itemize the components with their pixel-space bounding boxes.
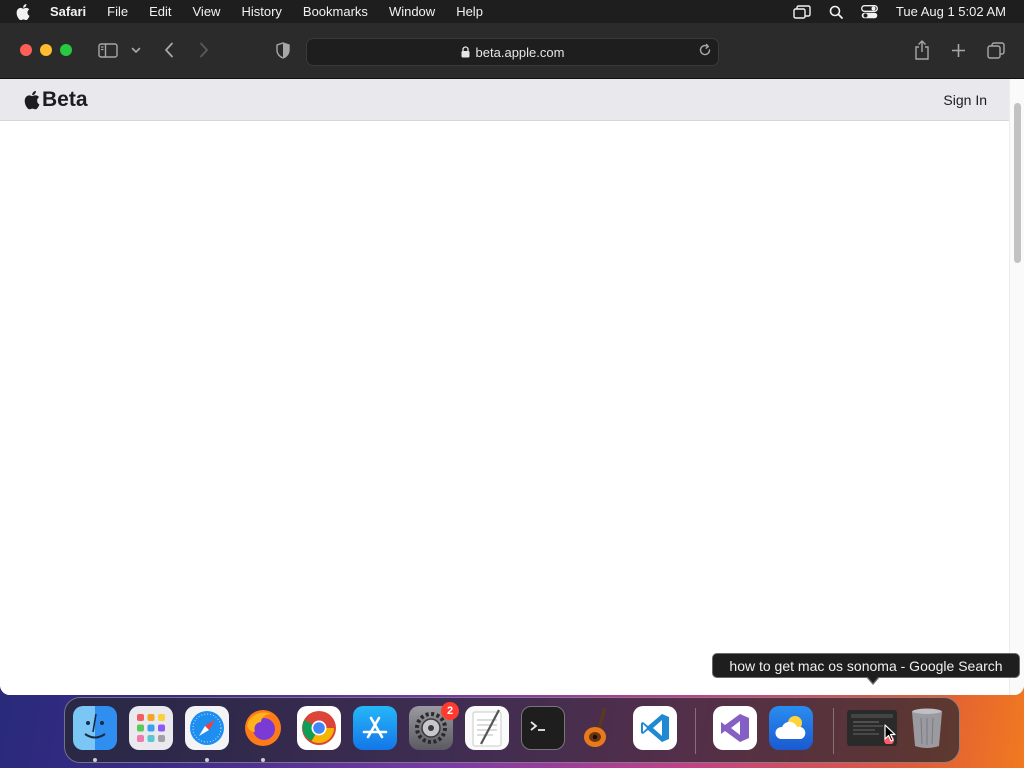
dock: 2 xyxy=(64,697,960,763)
safari-icon[interactable] xyxy=(185,706,229,750)
apple-logo-icon xyxy=(24,90,40,110)
safari-toolbar: beta.apple.com xyxy=(0,23,1024,79)
menu-view[interactable]: View xyxy=(193,4,221,19)
web-page-content: Beta Sign In xyxy=(0,79,1010,695)
firefox-running-dot xyxy=(261,758,265,762)
tab-overview-icon[interactable] xyxy=(986,39,1006,61)
forward-chevron-icon[interactable] xyxy=(196,39,212,61)
textedit-icon[interactable] xyxy=(465,706,509,750)
screen-mirroring-icon[interactable] xyxy=(793,4,811,19)
menu-bookmarks[interactable]: Bookmarks xyxy=(303,4,368,19)
back-chevron-icon[interactable] xyxy=(161,39,177,61)
maximize-window-button[interactable] xyxy=(60,44,72,56)
apple-menu-icon[interactable] xyxy=(16,3,36,20)
minimize-window-button[interactable] xyxy=(40,44,52,56)
menu-history[interactable]: History xyxy=(241,4,281,19)
tab-groups-chevron-down-icon[interactable] xyxy=(130,39,142,61)
tooltip-text: how to get mac os sonoma - Google Search xyxy=(729,657,1003,674)
app-store-icon[interactable] xyxy=(353,706,397,750)
menu-help[interactable]: Help xyxy=(456,4,483,19)
address-bar[interactable]: beta.apple.com xyxy=(306,38,719,66)
terminal-icon[interactable] xyxy=(521,706,565,750)
sidebar-toggle-icon[interactable] xyxy=(97,39,119,61)
page-scrollbar-thumb[interactable] xyxy=(1014,103,1021,263)
dock-separator-2 xyxy=(833,708,834,754)
dock-item-tooltip: how to get mac os sonoma - Google Search xyxy=(712,653,1020,678)
visual-studio-icon[interactable] xyxy=(713,706,757,750)
trash-icon[interactable] xyxy=(905,706,949,750)
safari-running-dot xyxy=(205,758,209,762)
menu-file[interactable]: File xyxy=(107,4,128,19)
weather-icon[interactable] xyxy=(769,706,813,750)
control-center-icon[interactable] xyxy=(860,4,878,19)
settings-notification-badge: 2 xyxy=(441,702,459,720)
firefox-icon[interactable] xyxy=(241,706,285,750)
safari-window: beta.apple.com Beta Sign In xyxy=(0,23,1024,695)
mouse-cursor-icon xyxy=(884,724,896,747)
menu-app-name[interactable]: Safari xyxy=(50,4,86,19)
privacy-shield-icon[interactable] xyxy=(274,39,292,61)
dock-separator xyxy=(695,708,696,754)
menubar-clock[interactable]: Tue Aug 1 5:02 AM xyxy=(896,4,1006,19)
new-tab-plus-icon[interactable] xyxy=(949,39,967,61)
lock-icon xyxy=(461,46,470,58)
apple-beta-logo[interactable]: Beta xyxy=(24,88,88,112)
menu-window[interactable]: Window xyxy=(389,4,435,19)
spotlight-search-icon[interactable] xyxy=(829,5,843,19)
tooltip-tail-inner xyxy=(867,676,879,683)
address-url: beta.apple.com xyxy=(475,44,565,60)
garageband-icon[interactable] xyxy=(577,706,621,750)
launchpad-icon[interactable] xyxy=(129,706,173,750)
brand-text: Beta xyxy=(42,88,88,111)
close-window-button[interactable] xyxy=(20,44,32,56)
chrome-icon[interactable] xyxy=(297,706,341,750)
sign-in-link[interactable]: Sign In xyxy=(943,92,987,108)
finder-running-dot xyxy=(93,758,97,762)
menu-edit[interactable]: Edit xyxy=(149,4,171,19)
reload-icon[interactable] xyxy=(698,43,712,57)
system-settings-icon[interactable]: 2 xyxy=(409,702,459,750)
share-icon[interactable] xyxy=(912,39,932,61)
menu-bar: Safari File Edit View History Bookmarks … xyxy=(0,0,1024,23)
vscode-icon[interactable] xyxy=(633,706,677,750)
finder-icon[interactable] xyxy=(73,706,117,750)
global-nav: Beta Sign In xyxy=(0,79,1010,121)
